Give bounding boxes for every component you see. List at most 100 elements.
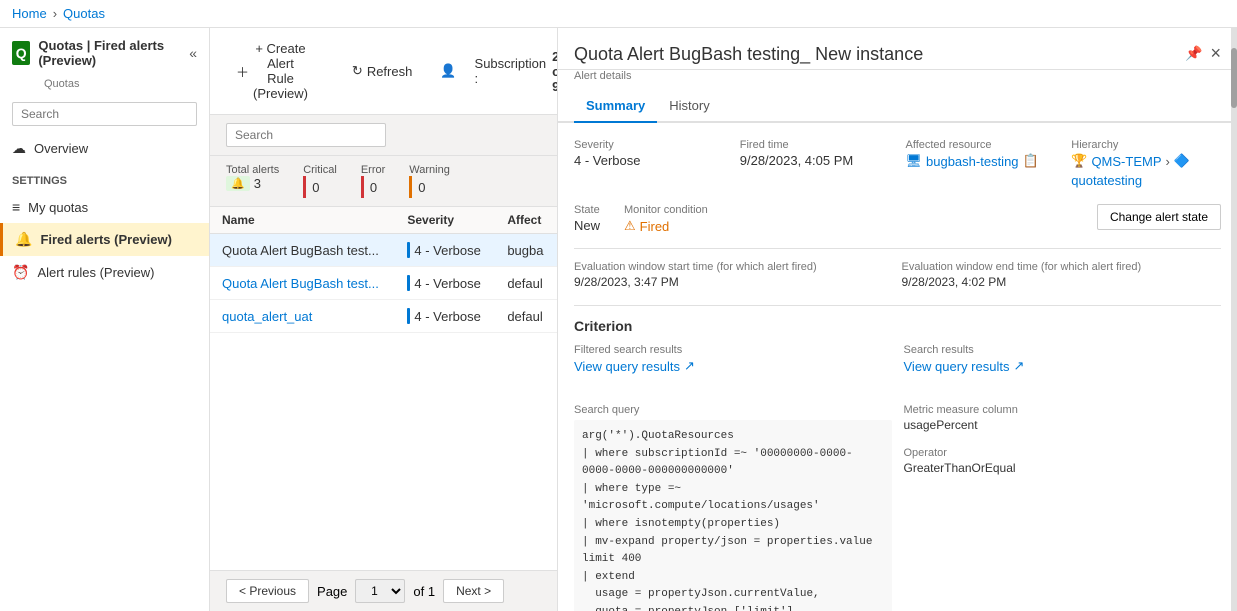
- page-label: Page: [317, 584, 347, 599]
- alert-name-cell[interactable]: Quota Alert BugBash test...: [210, 234, 395, 267]
- breadcrumb-sep: ›: [53, 6, 57, 21]
- page-select[interactable]: 1: [355, 579, 405, 603]
- eval-start-label: Evaluation window start time (for which …: [574, 261, 894, 273]
- pin-button[interactable]: 📌: [1185, 44, 1202, 62]
- eval-end-field: Evaluation window end time (for which al…: [902, 261, 1222, 289]
- operator-label: Operator: [904, 447, 1222, 459]
- breadcrumb-quotas[interactable]: Quotas: [63, 6, 105, 21]
- scrollbar-track: [1231, 28, 1237, 611]
- affected-resource-label: Affected resource: [906, 139, 1056, 151]
- filtered-search-label: Filtered search results: [574, 344, 892, 356]
- change-alert-state-button[interactable]: Change alert state: [1097, 204, 1221, 230]
- list-icon: ≡: [12, 199, 20, 215]
- critical-bar: [303, 176, 306, 198]
- col-name: Name: [210, 207, 395, 234]
- affect-text: defaul: [507, 276, 542, 291]
- summary-fields-grid: Severity 4 - Verbose Fired time 9/28/202…: [574, 139, 1221, 188]
- criterion-title: Criterion: [574, 318, 1221, 334]
- severity-badge: 4 - Verbose: [407, 242, 483, 258]
- eval-times-grid: Evaluation window start time (for which …: [574, 261, 1221, 289]
- alerts-header: [210, 115, 557, 156]
- alert-name-cell[interactable]: Quota Alert BugBash test...: [210, 267, 395, 300]
- state-label: State: [574, 204, 600, 216]
- alert-name-cell[interactable]: quota_alert_uat: [210, 300, 395, 333]
- table-row[interactable]: quota_alert_uat 4 - Verbose defaul: [210, 300, 557, 333]
- sidebar-item-overview[interactable]: ☁ Overview: [0, 132, 209, 165]
- col-severity: Severity: [395, 207, 495, 234]
- alert-affect-cell: defaul: [495, 300, 557, 333]
- refresh-label: Refresh: [367, 64, 413, 79]
- warning-count: Warning 0: [409, 164, 450, 198]
- refresh-icon: ↻: [352, 63, 363, 79]
- tab-summary[interactable]: Summary: [574, 90, 657, 123]
- sidebar-search-input[interactable]: [12, 102, 197, 126]
- alert-severity-cell: 4 - Verbose: [395, 300, 495, 333]
- error-label: Error: [361, 164, 385, 176]
- sidebar-item-alert-rules[interactable]: ⏰ Alert rules (Preview): [0, 256, 209, 289]
- alert-name-link[interactable]: Quota Alert BugBash test...: [222, 276, 379, 291]
- critical-label: Critical: [303, 164, 337, 176]
- severity-bar: [407, 308, 410, 324]
- hier-arrow: ›: [1166, 154, 1170, 169]
- total-badge: 🔔: [226, 176, 250, 191]
- clock-icon: ⏰: [12, 264, 29, 281]
- user-icon-button[interactable]: 👤: [430, 58, 466, 84]
- hierarchy-field: Hierarchy 🏆 QMS-TEMP › 🔷 quotatesting: [1071, 139, 1221, 188]
- external-link-icon-2: ↗: [1013, 358, 1024, 374]
- subscription-label: Subscription :: [475, 56, 547, 86]
- breadcrumb-home[interactable]: Home: [12, 6, 47, 21]
- sidebar-header: Q Quotas | Fired alerts (Preview) «: [0, 28, 209, 78]
- table-row[interactable]: Quota Alert BugBash test... 4 - Verbose …: [210, 267, 557, 300]
- severity-badge: 4 - Verbose: [407, 308, 483, 324]
- previous-button[interactable]: < Previous: [226, 579, 309, 603]
- detail-title: Quota Alert BugBash testing_ New instanc…: [574, 44, 1185, 65]
- close-button[interactable]: ×: [1210, 44, 1221, 62]
- refresh-button[interactable]: ↻ Refresh: [342, 58, 422, 84]
- page-of-label: of 1: [413, 584, 435, 599]
- alert-affect-cell: bugba: [495, 234, 557, 267]
- total-alerts-value: 🔔 3: [226, 176, 279, 191]
- external-link-icon: ↗: [684, 358, 695, 374]
- resource-icon: 🖥: [906, 153, 923, 169]
- alert-severity-cell: 4 - Verbose: [395, 234, 495, 267]
- user-icon: 👤: [440, 63, 456, 79]
- sidebar-item-my-quotas[interactable]: ≡ My quotas: [0, 191, 209, 223]
- sidebar: Q Quotas | Fired alerts (Preview) « Quot…: [0, 28, 210, 611]
- create-alert-rule-button[interactable]: ＋ + Create Alert Rule (Preview): [226, 36, 318, 106]
- copy-icon[interactable]: 📋: [1023, 153, 1039, 169]
- tab-history[interactable]: History: [657, 90, 721, 123]
- affect-text: defaul: [507, 309, 542, 324]
- affected-resource-value: 🖥 bugbash-testing 📋: [906, 153, 1056, 169]
- create-icon: ＋: [236, 62, 249, 81]
- affected-resource-link[interactable]: 🖥 bugbash-testing 📋: [906, 153, 1056, 169]
- severity-text: 4 - Verbose: [414, 243, 481, 258]
- severity-bar: [407, 275, 410, 291]
- hierarchy-quotatesting-link[interactable]: quotatesting: [1071, 173, 1142, 188]
- alerts-table: Name Severity Affect Quota Alert BugBash…: [210, 207, 557, 333]
- hier-icon2: 🔷: [1174, 153, 1190, 169]
- hierarchy-value: 🏆 QMS-TEMP › 🔷 quotatesting: [1071, 153, 1221, 188]
- divider-1: [574, 248, 1221, 249]
- warning-label: Warning: [409, 164, 450, 176]
- next-button[interactable]: Next >: [443, 579, 504, 603]
- alerts-search-input[interactable]: [226, 123, 386, 147]
- scrollbar-thumb[interactable]: [1231, 48, 1237, 108]
- sidebar-item-my-quotas-label: My quotas: [28, 200, 88, 215]
- monitor-condition-field: Monitor condition ⚠ Fired: [624, 204, 708, 234]
- sidebar-item-alert-rules-label: Alert rules (Preview): [37, 265, 154, 280]
- bell-icon: 🔔: [15, 231, 32, 248]
- hierarchy-qms-link[interactable]: QMS-TEMP: [1091, 154, 1161, 169]
- search-results-label: Search results: [904, 344, 1222, 356]
- search-results-link[interactable]: View query results ↗: [904, 358, 1222, 374]
- alert-name-link[interactable]: quota_alert_uat: [222, 309, 312, 324]
- severity-field: Severity 4 - Verbose: [574, 139, 724, 188]
- alert-severity-cell: 4 - Verbose: [395, 267, 495, 300]
- error-value: 0: [361, 176, 385, 198]
- table-row[interactable]: Quota Alert BugBash test... 4 - Verbose …: [210, 234, 557, 267]
- error-bar: [361, 176, 364, 198]
- sidebar-collapse-button[interactable]: «: [189, 45, 197, 61]
- sidebar-item-fired-alerts[interactable]: 🔔 Fired alerts (Preview): [0, 223, 209, 256]
- filtered-search-link[interactable]: View query results ↗: [574, 358, 892, 374]
- fired-time-label: Fired time: [740, 139, 890, 151]
- monitor-condition-value: ⚠ Fired: [624, 218, 708, 234]
